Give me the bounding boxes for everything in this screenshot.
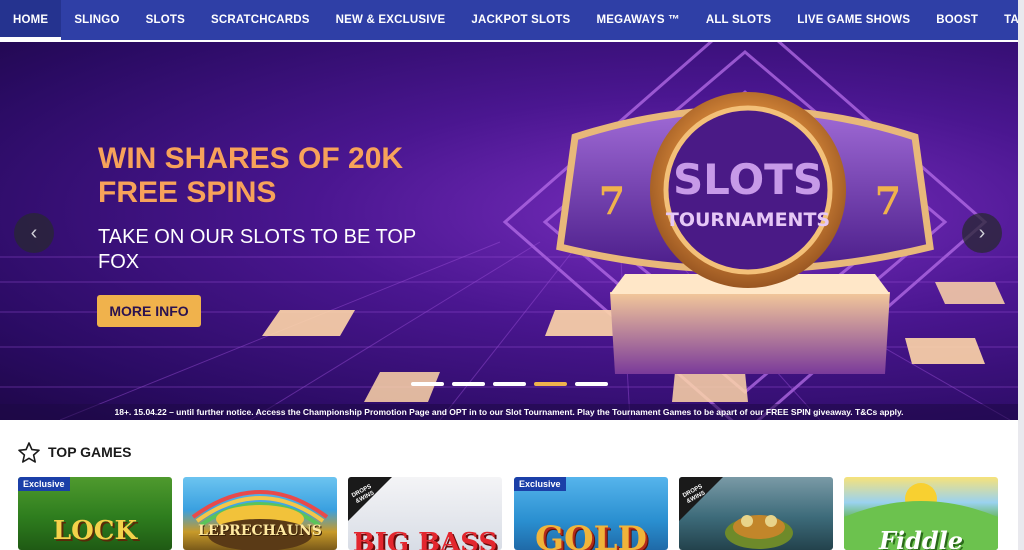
game-tile-title: Fiddle: [878, 526, 964, 550]
hero-banner: 7 7 SLOTS TOURNAMENTS WIN SHARES OF 20K …: [0, 42, 1018, 420]
game-tile-title: LOCK: [52, 516, 138, 546]
nav-item-live-game-shows[interactable]: LIVE GAME SHOWS: [784, 0, 923, 40]
carousel-indicators: [411, 382, 608, 386]
carousel-next-button[interactable]: ›: [962, 213, 1002, 253]
carousel-dot-2[interactable]: [452, 382, 485, 386]
hero-subtitle: TAKE ON OUR SLOTS TO BE TOP FOX: [98, 226, 416, 273]
nav-item-boost[interactable]: BOOST: [923, 0, 991, 40]
star-outline-icon: [18, 442, 40, 463]
top-games-title: TOP GAMES: [48, 444, 132, 460]
terms-text: 18+. 15.04.22 – until further notice. Ac…: [0, 404, 1018, 420]
belt-text-slots: SLOTS: [673, 155, 823, 204]
game-tile-fiddle[interactable]: Fiddle: [844, 477, 998, 550]
carousel-dot-1[interactable]: [411, 382, 444, 386]
game-tile-gold[interactable]: GOLD Exclusive: [514, 477, 668, 550]
hero-title: WIN SHARES OF 20K FREE SPINS: [98, 142, 404, 209]
game-tile-title: GOLD: [534, 519, 648, 550]
carousel-dot-5[interactable]: [575, 382, 608, 386]
nav-item-megaways[interactable]: MEGAWAYS ™: [583, 0, 692, 40]
exclusive-badge: Exclusive: [514, 477, 566, 491]
belt-text-tournaments: TOURNAMENTS: [666, 209, 830, 231]
carousel-dot-4[interactable]: [534, 382, 567, 386]
game-tile-title: BIG BASS: [352, 528, 498, 550]
game-tile-title: LEPRECHAUNS: [198, 523, 322, 539]
game-tile-lock[interactable]: LOCK Exclusive: [18, 477, 172, 550]
nav-item-all-slots[interactable]: ALL SLOTS: [693, 0, 784, 40]
nav-item-slingo[interactable]: SLINGO: [61, 0, 132, 40]
exclusive-badge: Exclusive: [18, 477, 70, 491]
nav-item-slots[interactable]: SLOTS: [133, 0, 198, 40]
game-tile-frog[interactable]: DROPS &WINS: [679, 477, 833, 550]
chevron-left-icon: ‹: [30, 221, 38, 244]
carousel-prev-button[interactable]: ‹: [14, 213, 54, 253]
nav-item-home[interactable]: HOME: [0, 0, 62, 40]
belt-numeral-left: 7: [599, 178, 625, 223]
nav-item-scratchcards[interactable]: SCRATCHCARDS: [198, 0, 323, 40]
game-tile-leprechauns[interactable]: LEPRECHAUNS: [183, 477, 337, 550]
chevron-right-icon: ›: [978, 221, 986, 244]
page-scrollbar[interactable]: [1018, 0, 1024, 550]
pedestal: [610, 274, 890, 374]
more-info-button[interactable]: MORE INFO: [97, 295, 201, 327]
belt-numeral-right: 7: [875, 178, 901, 223]
carousel-dot-3[interactable]: [493, 382, 526, 386]
main-nav: HOME SLINGO SLOTS SCRATCHCARDS NEW & EXC…: [0, 0, 1024, 40]
game-tile-big-bass[interactable]: BIG BASS DROPS &WINS: [348, 477, 502, 550]
nav-item-jackpot-slots[interactable]: JACKPOT SLOTS: [458, 0, 583, 40]
nav-item-new-exclusive[interactable]: NEW & EXCLUSIVE: [323, 0, 459, 40]
